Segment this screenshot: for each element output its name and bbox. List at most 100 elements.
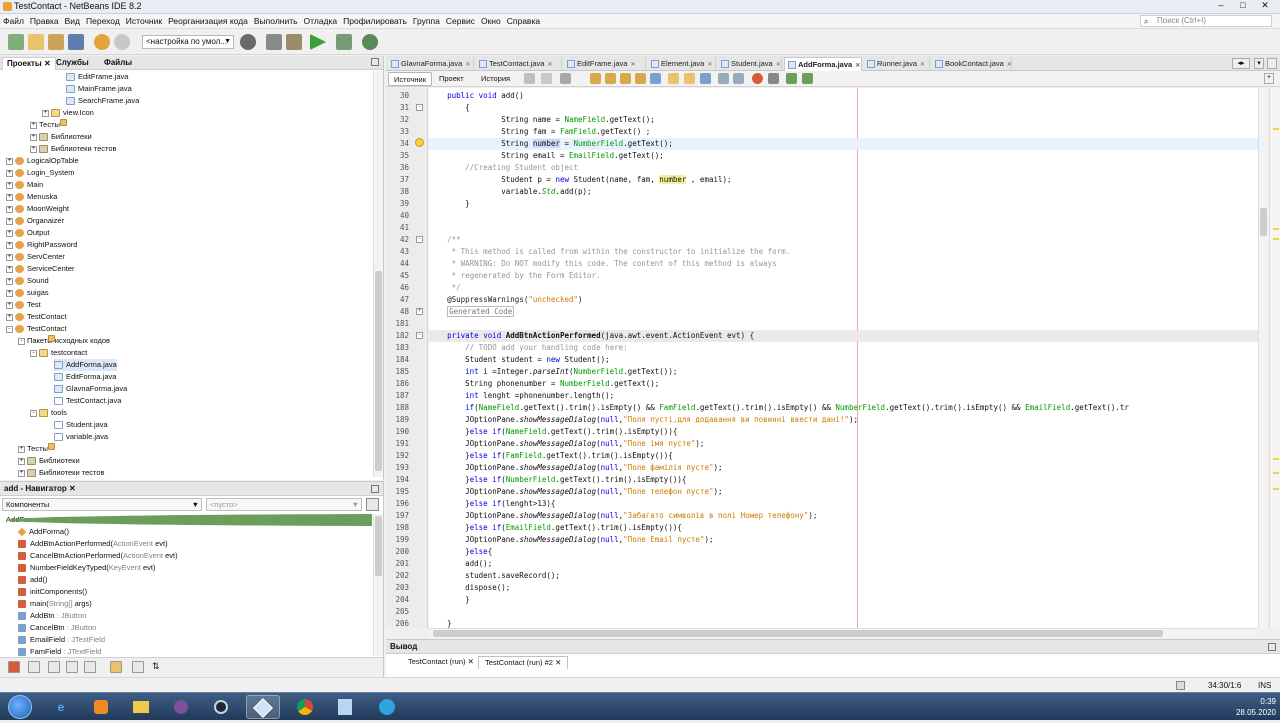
minimize-button[interactable]: – — [1210, 0, 1232, 10]
close-button[interactable]: ✕ — [1254, 0, 1276, 10]
navigator-item[interactable]: CancelBtnActionPerformed(ActionEvent evt… — [18, 550, 178, 562]
warning-mark[interactable] — [1273, 458, 1279, 460]
code-line[interactable]: private void AddBtnActionPerformed(java.… — [429, 330, 1258, 342]
tree-item[interactable]: + ServiceCenter — [6, 263, 75, 275]
code-line[interactable] — [429, 606, 1258, 618]
tree-item[interactable]: + MoonWeight — [6, 203, 69, 215]
code-line[interactable]: Generated Code — [429, 306, 1258, 318]
search-box[interactable]: ⌕ Поиск (Ctrl+I) — [1140, 15, 1272, 27]
tree-item[interactable]: + Main — [6, 179, 43, 191]
toggle-bookmark-icon[interactable] — [700, 73, 711, 84]
sort-name-icon[interactable] — [110, 661, 122, 673]
editor-tab[interactable]: Element.java ✕ — [648, 57, 716, 71]
expand-icon[interactable]: + — [6, 205, 13, 213]
filter-innerclasses-icon[interactable] — [84, 661, 96, 673]
back-icon[interactable] — [541, 73, 552, 84]
code-line[interactable]: String email = EmailField.getText(); — [429, 150, 1258, 162]
menu-item-9[interactable]: Группа — [410, 14, 443, 28]
expand-icon[interactable]: + — [42, 109, 49, 117]
shift-right-icon[interactable] — [733, 73, 744, 84]
tree-item[interactable]: GlavnaForma.java — [54, 383, 127, 395]
close-tab-icon[interactable]: ✕ — [707, 62, 712, 68]
new-project-icon[interactable] — [8, 34, 24, 50]
maximize-panel-icon[interactable] — [1268, 643, 1276, 651]
explorer-icon[interactable] — [124, 695, 158, 719]
tree-item[interactable]: EditFrame.java — [66, 71, 128, 83]
navigator-item[interactable]: FamField : JTextField — [18, 646, 101, 656]
code-line[interactable]: }else{ — [429, 546, 1258, 558]
navigator-item[interactable]: EmailField : JTextField — [18, 634, 105, 646]
code-line[interactable]: if(NameField.getText().trim().isEmpty() … — [429, 402, 1258, 414]
expand-icon[interactable]: + — [6, 301, 13, 309]
menu-item-3[interactable]: Переход — [83, 14, 123, 28]
output-tab-run[interactable]: TestContact (run) ✕ — [402, 656, 480, 669]
expand-icon[interactable]: + — [6, 253, 13, 261]
navigator-item[interactable]: add() — [18, 574, 48, 586]
uncomment-icon[interactable] — [802, 73, 813, 84]
expand-icon[interactable]: + — [6, 193, 13, 201]
warning-mark[interactable] — [1273, 472, 1279, 474]
tree-item[interactable]: + view.Icon — [42, 107, 94, 119]
code-line[interactable]: }else if(NameField.getText().trim().isEm… — [429, 426, 1258, 438]
close-tab-icon[interactable]: ✕ — [855, 63, 860, 69]
code-line[interactable]: int lenght =phonenumber.length(); — [429, 390, 1258, 402]
tree-item[interactable]: - tools — [30, 407, 67, 419]
navigator-item[interactable]: AddForma() — [17, 526, 69, 538]
maximize-panel-icon[interactable] — [371, 485, 379, 493]
editor-tab[interactable]: GlavnaForma.java ✕ — [388, 57, 474, 71]
collapse-icon[interactable]: - — [6, 325, 13, 333]
tab-projects[interactable]: Проекты ✕ — [2, 57, 56, 70]
editor-tab[interactable]: TestContact.java ✕ — [476, 57, 562, 71]
code-line[interactable] — [429, 222, 1258, 234]
tree-item[interactable]: + ServCenter — [6, 251, 65, 263]
internet-explorer-icon[interactable]: e — [44, 695, 78, 719]
expand-icon[interactable]: + — [30, 133, 37, 141]
collapse-fold-icon[interactable]: - — [416, 332, 423, 339]
code-line[interactable]: String number = NumberField.getText(); — [429, 138, 1258, 150]
menu-item-0[interactable]: Файл — [0, 14, 27, 28]
tab-services[interactable]: Службы — [52, 57, 93, 70]
open-project-icon[interactable] — [48, 34, 64, 50]
expand-icon[interactable]: + — [6, 265, 13, 273]
code-line[interactable] — [429, 318, 1258, 330]
code-line[interactable]: JOptionPane.showMessageDialog(null,"Поле… — [429, 486, 1258, 498]
steam-icon[interactable] — [204, 695, 238, 719]
editor-tab[interactable]: EditFrame.java ✕ — [564, 57, 646, 71]
tree-item[interactable]: variable.java — [54, 431, 108, 443]
tree-item[interactable]: + Output — [6, 227, 50, 239]
tree-item[interactable]: + LogicalOpTable — [6, 155, 79, 167]
collapse-icon[interactable]: - — [18, 337, 25, 345]
code-line[interactable]: } — [429, 594, 1258, 606]
menu-item-1[interactable]: Правка — [27, 14, 62, 28]
menu-item-7[interactable]: Отладка — [301, 14, 341, 28]
code-line[interactable]: int i =Integer.parseInt(NumberField.getT… — [429, 366, 1258, 378]
find-previous-icon[interactable] — [605, 73, 616, 84]
tree-item[interactable]: + Библиотеки тестов — [30, 143, 117, 155]
run-icon[interactable] — [310, 34, 326, 50]
code-line[interactable]: @SuppressWarnings("unchecked") — [429, 294, 1258, 306]
code-line[interactable]: JOptionPane.showMessageDialog(null,"Заба… — [429, 510, 1258, 522]
tree-item[interactable]: + Библиотеки — [18, 455, 80, 467]
view-source-button[interactable]: Источник — [388, 72, 433, 86]
navigator-item[interactable]: main(String[] args) — [18, 598, 92, 610]
tree-item[interactable]: SearchFrame.java — [66, 95, 139, 107]
menu-item-2[interactable]: Вид — [62, 14, 83, 28]
navigator-item[interactable]: CancelBtn : JButton — [18, 622, 96, 634]
expand-icon[interactable]: + — [6, 229, 13, 237]
tree-item[interactable]: - Пакеты исходных кодов — [18, 335, 110, 347]
media-player-icon[interactable] — [84, 695, 118, 719]
code-line[interactable]: Student p = new Student(name, fam, numbe… — [429, 174, 1258, 186]
code-line[interactable]: }else if(NumberField.getText().trim().is… — [429, 474, 1258, 486]
filter-static-icon[interactable] — [48, 661, 60, 673]
toggle-selection-icon[interactable] — [650, 73, 661, 84]
netbeans-taskbar-icon[interactable] — [246, 695, 280, 719]
navigator-item[interactable]: AddBtnActionPerformed(ActionEvent evt) — [18, 538, 168, 550]
navigator-item[interactable]: AddForma :: JFrame — [6, 514, 372, 526]
navigator-item[interactable]: NumberFieldKeyTyped(KeyEvent evt) — [18, 562, 156, 574]
expand-icon[interactable]: + — [30, 121, 37, 129]
tree-item[interactable]: + Тесты — [30, 119, 67, 131]
menu-item-6[interactable]: Выполнить — [251, 14, 301, 28]
navigator-item[interactable]: initComponents() — [18, 586, 87, 598]
tab-files[interactable]: Файлы — [100, 57, 136, 70]
last-edit-icon[interactable] — [524, 73, 535, 84]
